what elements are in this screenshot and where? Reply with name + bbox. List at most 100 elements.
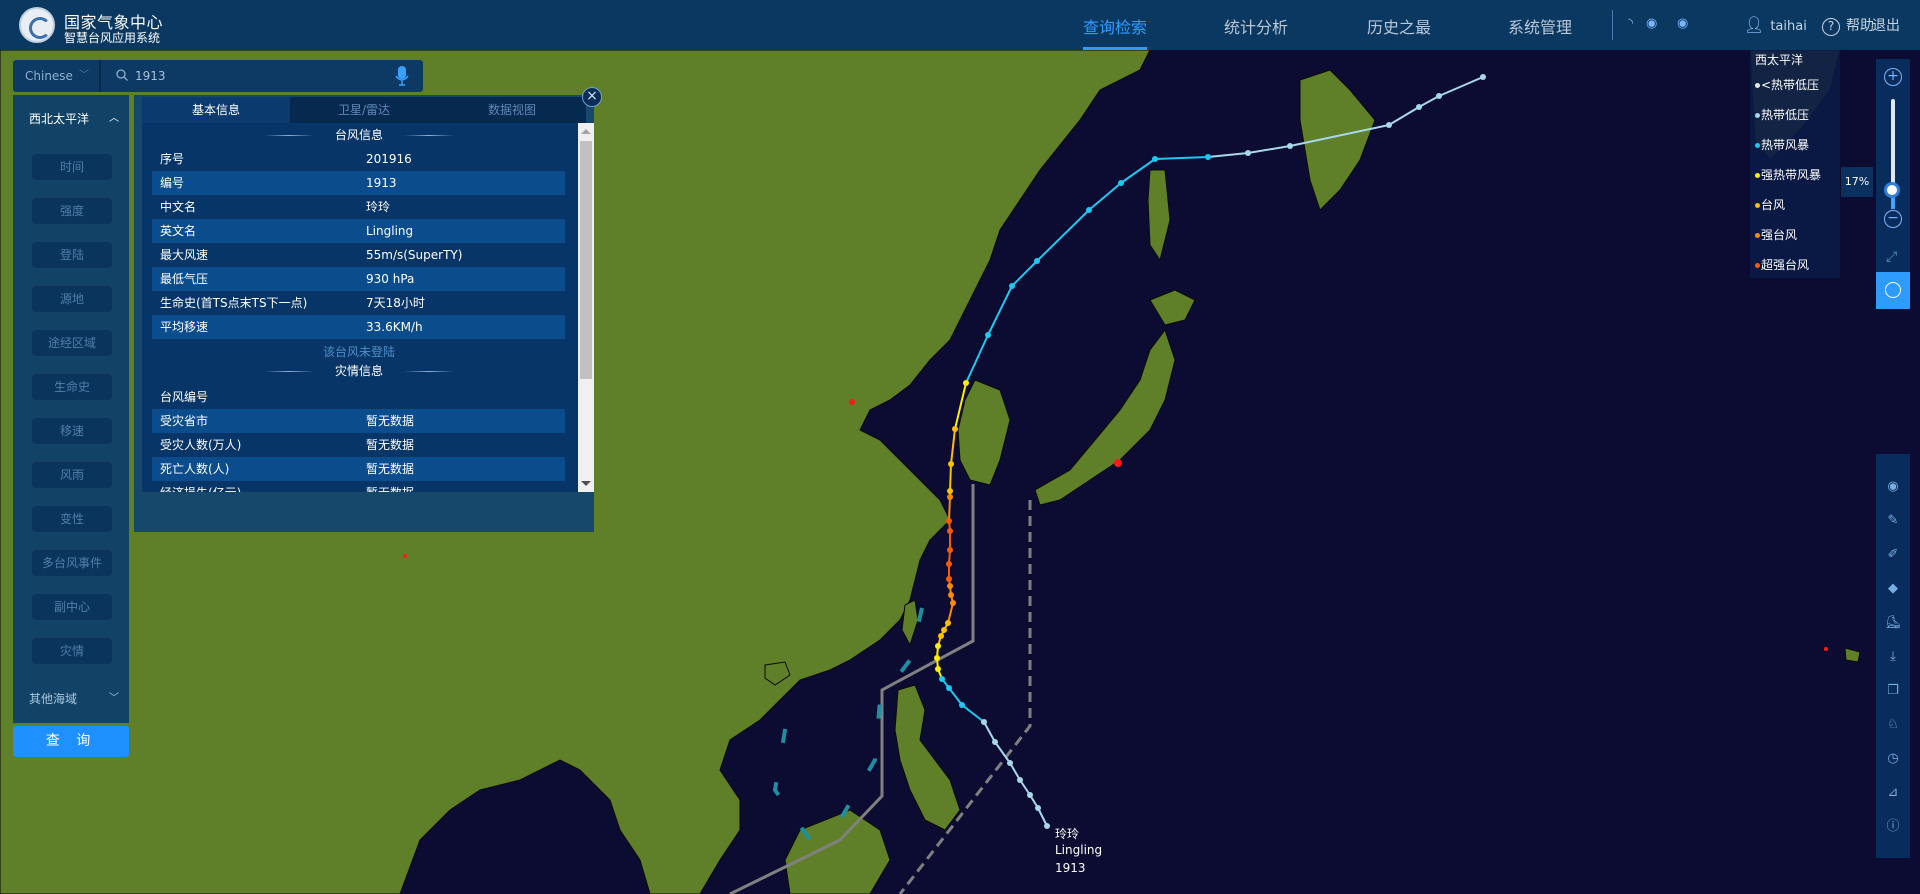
filter-multi-typhoon-button[interactable]: 多台风事件 [32,550,112,576]
measure-icon[interactable]: ⊿ [1876,778,1910,808]
scroll-up-arrow[interactable] [581,129,591,134]
dropper-icon[interactable]: ✎ [1876,506,1910,536]
logout-link[interactable]: 退出 [1872,15,1900,35]
zoom-slider-handle[interactable] [1884,182,1900,199]
track-point[interactable] [947,583,953,589]
eraser-icon[interactable]: ◆ [1876,574,1910,604]
track-point[interactable] [1118,180,1124,186]
track-point[interactable] [934,655,940,661]
track-point[interactable] [1205,154,1211,160]
filter-subcenter-button[interactable]: 副中心 [32,594,112,620]
filter-time-button[interactable]: 时间 [32,154,112,180]
track-point[interactable] [948,592,954,598]
close-icon[interactable]: × [582,87,602,107]
eye-icon[interactable]: ◉ [1677,16,1688,31]
track-point[interactable] [1017,777,1023,783]
track-point[interactable] [947,547,953,553]
user-icon: 👤︎ [1744,15,1765,34]
nav-query[interactable]: 查询检索 [1083,14,1147,38]
track-point[interactable] [938,633,944,639]
locate-button[interactable] [1876,272,1910,309]
track-point[interactable] [959,702,965,708]
scroll-down-arrow[interactable] [581,481,591,486]
nav-system[interactable]: 系统管理 [1508,14,1572,38]
track-point[interactable] [945,620,951,626]
track-point[interactable] [952,426,958,432]
filter-transition-button[interactable]: 变性 [32,506,112,532]
tab-data-view[interactable]: 数据视图 [438,97,586,123]
track-point[interactable] [1152,156,1158,162]
track-point[interactable] [950,600,956,606]
filter-wind-rain-button[interactable]: 风雨 [32,462,112,488]
other-region-header[interactable]: 其他海域 [29,690,77,707]
tab-satellite-radar[interactable]: 卫星/雷达 [290,97,438,123]
track-point[interactable] [947,494,953,500]
language-select[interactable]: Chinese ﹀ [13,60,101,92]
layers-icon[interactable]: ❐ [1876,676,1910,706]
nav-statistics[interactable]: 统计分析 [1224,14,1288,38]
zoom-percent: 17% [1841,167,1873,197]
info-icon[interactable]: ⓘ [1876,812,1910,842]
filter-lifespan-button[interactable]: 生命史 [32,374,112,400]
track-point[interactable] [946,518,952,524]
user-menu[interactable]: 👤︎ taihai [1744,15,1807,34]
track-point[interactable] [947,528,953,534]
track-point[interactable] [1416,104,1422,110]
nav-history[interactable]: 历史之最 [1367,14,1431,38]
track-point[interactable] [1480,74,1486,80]
track-point[interactable] [1245,150,1251,156]
track-point[interactable] [946,561,952,567]
filter-origin-button[interactable]: 源地 [32,286,112,312]
track-point[interactable] [963,380,969,386]
fullscreen-icon[interactable]: ⤢ [1886,249,1897,265]
track-point[interactable] [1034,258,1040,264]
chevron-up-icon[interactable]: ︿ [109,109,119,124]
filter-speed-button[interactable]: 移速 [32,418,112,444]
track-point[interactable] [946,685,952,691]
tab-basic-info[interactable]: 基本信息 [142,97,290,123]
track-point[interactable] [1035,805,1041,811]
zoom-out-icon[interactable]: − [1884,210,1902,228]
query-button[interactable]: 查 询 [13,726,129,757]
zoom-in-icon[interactable]: + [1884,68,1902,86]
region-header[interactable]: 西北太平洋 [29,110,89,127]
landfall-note[interactable]: 该台风未登陆 [142,343,576,360]
track-point[interactable] [1009,283,1015,289]
track-point[interactable] [1386,122,1392,128]
download-icon[interactable]: ⤓ [1876,642,1910,672]
track-point[interactable] [948,461,954,467]
filter-landfall-button[interactable]: 登陆 [32,242,112,268]
info-key: 受灾人数(万人) [160,438,242,452]
track-point[interactable] [992,739,998,745]
pen-icon[interactable]: ✐ [1876,540,1910,570]
track-point[interactable] [1027,792,1033,798]
track-point[interactable] [1287,143,1293,149]
search-input[interactable] [135,66,385,86]
filter-intensity-button[interactable]: 强度 [32,198,112,224]
filter-disaster-button[interactable]: 灾情 [32,638,112,664]
track-point[interactable] [1086,207,1092,213]
filter-region-button[interactable]: 途经区域 [32,330,112,356]
track-point[interactable] [941,627,947,633]
microphone-icon[interactable] [395,66,409,86]
scroll-thumb[interactable] [580,141,592,379]
clock-icon[interactable]: ◷ [1876,744,1910,774]
info-row: 编号 1913 [152,171,565,195]
track-point[interactable] [1436,93,1442,99]
track-point[interactable] [981,719,987,725]
track-point[interactable] [939,676,945,682]
panel-scrollbar[interactable] [578,123,594,492]
china-map-icon[interactable]: ♘ [1876,710,1910,740]
help-link[interactable]: ? 帮助 [1822,15,1874,36]
ruler-icon[interactable]: ⛸︎ [1876,608,1910,638]
track-point[interactable] [947,488,953,494]
track-point[interactable] [985,332,991,338]
track-point[interactable] [935,666,941,672]
track-point[interactable] [946,576,952,582]
track-point[interactable] [935,643,941,649]
chevron-down-icon[interactable]: ﹀ [109,689,119,704]
eye-icon[interactable]: ◉ [1876,472,1910,502]
track-point[interactable] [1044,823,1050,829]
eye-icon[interactable]: ◉ [1646,16,1657,31]
track-point[interactable] [1007,760,1013,766]
